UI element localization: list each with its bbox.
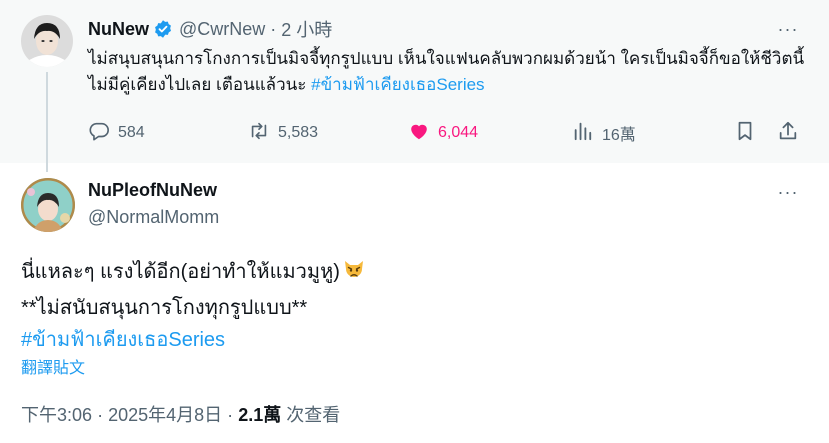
post-time[interactable]: 下午3:06 <box>21 405 92 425</box>
reply-author-name[interactable]: NuPleofNuNew <box>88 180 217 201</box>
view-count: 2.1萬 <box>238 405 282 425</box>
translate-post-link[interactable]: 翻譯貼文 <box>21 354 85 378</box>
avatar-nupleofnunew[interactable] <box>21 178 75 232</box>
retweet-button[interactable]: 5,583 <box>248 119 318 147</box>
pouting-cat-emoji <box>342 258 366 292</box>
bookmark-icon <box>734 120 764 147</box>
avatar-nunew[interactable] <box>21 15 73 67</box>
retweet-count: 5,583 <box>278 124 319 141</box>
reply-icon <box>88 120 118 147</box>
share-icon <box>777 120 807 147</box>
share-button[interactable] <box>777 119 807 147</box>
views-icon <box>572 120 602 147</box>
reply-line-1-text: นี่แหละๆ แรงได้อีก(อย่าทำให้แมวมูหู) <box>21 261 340 283</box>
like-button[interactable]: 6,044 <box>408 119 478 147</box>
view-count-label: 次查看 <box>286 405 341 425</box>
reply-tweet-text: นี่แหละๆ แรงได้อีก(อย่าทำให้แมวมูหู) **ไ… <box>21 256 366 356</box>
views-count: 16萬 <box>602 127 636 144</box>
action-bar: 584 5,583 6,044 16萬 <box>88 119 803 147</box>
reply-line-1: นี่แหละๆ แรงได้อีก(อย่าทำให้แมวมูหู) <box>21 256 366 292</box>
more-icon[interactable]: ··· <box>773 180 803 204</box>
separator-dot: · <box>270 18 277 39</box>
parent-tweet[interactable]: NuNew @CwrNew · 2 小時 ··· ไม่สนุบสนุนการโ… <box>0 0 829 172</box>
thread-connector-line <box>46 72 48 172</box>
parent-header: NuNew @CwrNew · 2 小時 <box>88 17 332 41</box>
more-icon[interactable]: ··· <box>773 17 803 41</box>
hashtag-link[interactable]: #ข้ามฟ้าเคียงเธอSeries <box>21 324 366 356</box>
heart-icon <box>408 120 438 147</box>
reply-author-handle[interactable]: @NormalMomm <box>88 207 219 228</box>
author-name[interactable]: NuNew <box>88 19 149 40</box>
author-handle[interactable]: @CwrNew <box>179 19 265 40</box>
retweet-icon <box>248 120 278 147</box>
hashtag-link[interactable]: #ข้ามฟ้าเคียงเธอSeries <box>311 75 484 94</box>
reply-line-2: **ไม่สนับสนุนการโกงทุกรูปแบบ** <box>21 297 308 319</box>
bookmark-button[interactable] <box>734 119 764 147</box>
separator-dot: · <box>227 405 234 425</box>
post-date[interactable]: 2025年4月8日 <box>108 405 222 425</box>
post-time[interactable]: 2 小時 <box>281 16 332 42</box>
reply-count: 584 <box>118 124 145 141</box>
post-metadata: 下午3:06 · 2025年4月8日 · 2.1萬 次查看 <box>21 401 340 427</box>
parent-tweet-text: ไม่สนุบสนุนการโกงการเป็นมิจจี้ทุกรูปแบบ … <box>88 46 808 98</box>
like-count: 6,044 <box>438 124 479 141</box>
separator-dot: · <box>97 405 104 425</box>
verified-badge-icon <box>153 19 173 39</box>
reply-button[interactable]: 584 <box>88 119 145 147</box>
views-button[interactable]: 16萬 <box>572 119 636 147</box>
